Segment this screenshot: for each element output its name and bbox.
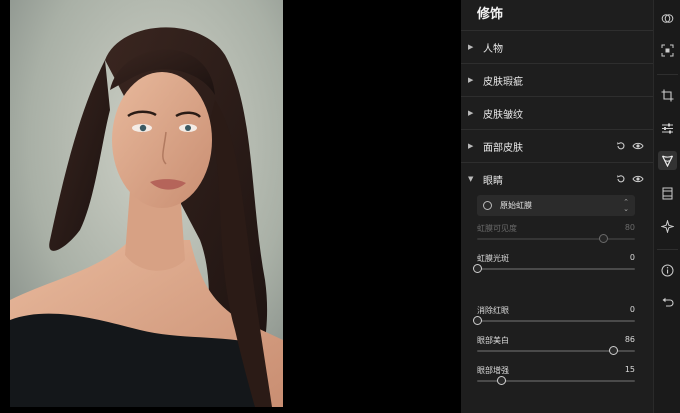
slider-thumb[interactable] [608, 346, 618, 355]
collapse-chevron-icon: ▼ [468, 175, 474, 183]
dropdown-value: 原始虹膜 [500, 201, 532, 210]
section-label: 人物 [483, 43, 503, 55]
slider-label: 消除红眼 [477, 306, 509, 315]
slider-eye-whitening[interactable]: 眼部美白 86 [477, 330, 635, 360]
slider-track[interactable] [477, 268, 635, 270]
section-eyes[interactable]: ▼ 眼睛 [461, 162, 653, 195]
photo-canvas[interactable] [0, 0, 461, 413]
section-label: 皮肤瑕疵 [483, 76, 523, 88]
slider-iris-flare[interactable]: 虹膜光斑 0 [473, 248, 635, 278]
slider-label: 眼部增强 [477, 366, 509, 375]
section-label: 眼睛 [483, 175, 503, 187]
retouch-panel: 修饰 ▶ 人物 ▶ 皮肤瑕疵 ▶ 皮肤皱纹 ▶ 面部皮肤 ▼ 眼睛 原始虹膜 ⌃… [461, 0, 653, 413]
section-label: 皮肤皱纹 [483, 109, 523, 121]
iris-swatch-icon [483, 201, 492, 210]
visibility-eye-icon[interactable] [632, 141, 644, 151]
slider-value: 0 [629, 305, 635, 314]
slider-label: 虹膜光斑 [477, 254, 509, 263]
section-people[interactable]: ▶ 人物 [461, 30, 653, 63]
expand-chevron-icon: ▶ [468, 76, 474, 84]
slider-track[interactable] [477, 238, 635, 240]
slider-track[interactable] [477, 320, 635, 322]
slider-thumb[interactable] [473, 264, 482, 273]
portrait-photo [10, 0, 283, 407]
focus-frame-icon[interactable] [658, 41, 677, 60]
crop-icon[interactable] [658, 86, 677, 105]
expand-chevron-icon: ▶ [468, 109, 474, 117]
slider-thumb[interactable] [496, 376, 506, 385]
slider-iris-visibility[interactable]: 虹膜可见度 80 [477, 218, 635, 248]
slider-label: 虹膜可见度 [477, 224, 517, 233]
section-label: 面部皮肤 [483, 142, 523, 154]
slider-value: 86 [624, 335, 635, 344]
layers-icon[interactable] [658, 9, 677, 28]
toolbar-divider [657, 249, 678, 250]
slider-eye-enhance[interactable]: 眼部增强 15 [477, 360, 635, 390]
slider-thumb[interactable] [473, 316, 482, 325]
reset-icon[interactable] [616, 174, 626, 184]
slider-red-eye[interactable]: 消除红眼 0 [473, 300, 635, 330]
sparkle-icon[interactable] [658, 217, 677, 236]
visibility-eye-icon[interactable] [632, 174, 644, 184]
portrait-frame-icon[interactable] [658, 184, 677, 203]
adjustments-icon[interactable] [658, 119, 677, 138]
section-face-skin[interactable]: ▶ 面部皮肤 [461, 129, 653, 162]
slider-value: 15 [624, 365, 635, 374]
updown-chevron-icon: ⌃ ⌄ [623, 197, 629, 213]
expand-chevron-icon: ▶ [468, 142, 474, 150]
slider-thumb[interactable] [599, 234, 609, 243]
undo-icon[interactable] [658, 294, 677, 313]
slider-label: 眼部美白 [477, 336, 509, 345]
slider-value: 80 [624, 223, 635, 232]
section-skin-wrinkle[interactable]: ▶ 皮肤皱纹 [461, 96, 653, 129]
tool-strip [653, 0, 680, 413]
face-retouch-icon[interactable] [658, 151, 677, 170]
slider-value: 0 [629, 253, 635, 262]
expand-chevron-icon: ▶ [468, 43, 474, 51]
panel-title: 修饰 [477, 7, 504, 22]
toolbar-divider [657, 74, 678, 75]
info-icon[interactable] [658, 261, 677, 280]
section-skin-blemish[interactable]: ▶ 皮肤瑕疵 [461, 63, 653, 96]
eyes-controls: 原始虹膜 ⌃⌄ 虹膜可见度 80 虹膜光斑 0 消除红眼 0 眼部美白 86 [461, 195, 653, 390]
iris-style-dropdown[interactable]: 原始虹膜 ⌃ ⌄ [477, 195, 635, 216]
reset-icon[interactable] [616, 141, 626, 151]
